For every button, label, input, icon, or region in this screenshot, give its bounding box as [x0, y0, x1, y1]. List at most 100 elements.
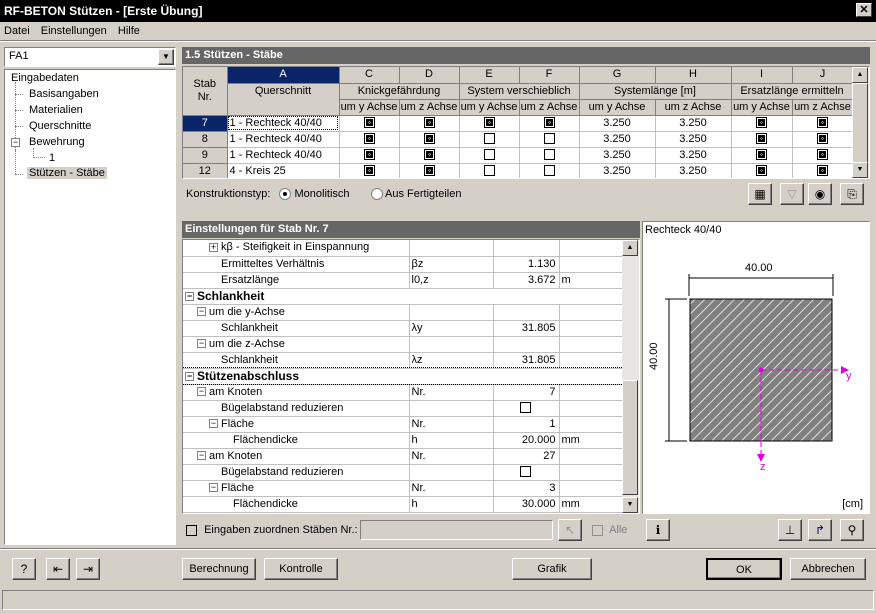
collapse-icon[interactable]: − — [197, 451, 206, 461]
checkbox[interactable] — [756, 165, 767, 177]
collapse-icon[interactable]: − — [11, 138, 20, 147]
property-row[interactable]: − um die y-Achse — [183, 304, 624, 321]
property-value[interactable]: 3 — [493, 480, 560, 497]
property-row[interactable]: Ermitteltes Verhältnis βz 1.130 — [183, 256, 624, 273]
assign-checkbox[interactable] — [186, 524, 197, 536]
col-f-header[interactable]: F — [519, 67, 580, 84]
property-value[interactable]: 31.805 — [493, 352, 560, 369]
querschnitt-cell[interactable]: 1 - Rechteck 40/40 — [227, 147, 340, 164]
property-row[interactable]: Ersatzlänge l0,z 3.672 m — [183, 272, 624, 289]
querschnitt-cell[interactable]: 4 - Kreis 25 — [227, 163, 340, 178]
berechnung-button[interactable]: Berechnung — [182, 558, 256, 580]
row-number[interactable]: 8 — [183, 131, 228, 148]
table-tools-icon[interactable]: ▦ — [748, 183, 772, 205]
collapse-icon[interactable]: − — [197, 387, 206, 397]
check-cell-j[interactable] — [792, 131, 854, 148]
table-row[interactable]: 81 - Rechteck 40/40 3.250 3.250 — [183, 131, 854, 148]
systemlaenge-z-cell[interactable]: 3.250 — [655, 163, 732, 178]
property-value[interactable]: 1 — [493, 416, 560, 433]
row-number[interactable]: 12 — [183, 163, 228, 178]
col-i-header[interactable]: I — [731, 67, 793, 84]
checkbox[interactable] — [423, 149, 435, 161]
property-value[interactable]: 30.000 — [493, 496, 560, 513]
dimension-icon[interactable]: ⊥ — [778, 519, 802, 541]
assign-input[interactable] — [360, 520, 553, 540]
property-row[interactable]: − am Knoten Nr. 7 — [183, 384, 624, 401]
check-cell-c[interactable] — [339, 115, 400, 132]
property-row[interactable]: Flächendicke h 20.000 mm — [183, 432, 624, 449]
tree-item-stuetzen-staebe[interactable]: Stützen - Stäbe — [27, 167, 107, 179]
property-row[interactable]: − Fläche Nr. 1 — [183, 416, 624, 433]
checkbox[interactable] — [817, 165, 828, 177]
ok-button[interactable]: OK — [706, 558, 782, 580]
check-cell-e[interactable] — [459, 163, 520, 178]
radio-fertigteile[interactable] — [370, 188, 383, 201]
check-cell-e[interactable] — [459, 115, 520, 132]
close-icon[interactable]: ✕ — [856, 3, 872, 17]
table-row[interactable]: 71 - Rechteck 40/40 3.250 3.250 — [183, 115, 854, 132]
checkbox[interactable] — [363, 133, 375, 145]
scroll-down-icon[interactable]: ▼ — [622, 497, 638, 513]
property-row[interactable]: − am Knoten Nr. 27 — [183, 448, 624, 465]
checkbox[interactable] — [756, 117, 767, 129]
export-icon[interactable]: ⎘ — [840, 183, 864, 205]
check-cell-f[interactable] — [519, 115, 580, 132]
tree-item-querschnitte[interactable]: Querschnitte — [29, 120, 91, 132]
systemlaenge-y-cell[interactable]: 3.250 — [579, 163, 656, 178]
scroll-thumb[interactable] — [852, 83, 868, 163]
checkbox[interactable] — [543, 133, 555, 145]
menu-einstellungen[interactable]: Einstellungen — [37, 22, 111, 40]
property-value[interactable] — [493, 304, 560, 321]
checkbox[interactable] — [423, 133, 435, 145]
collapse-icon[interactable]: − — [185, 291, 194, 301]
checkbox[interactable] — [483, 133, 495, 145]
check-cell-j[interactable] — [792, 163, 854, 178]
property-row[interactable]: − Stützenabschluss — [183, 367, 624, 385]
scroll-up-icon[interactable]: ▲ — [622, 240, 638, 256]
table-row[interactable]: 91 - Rechteck 40/40 3.250 3.250 — [183, 147, 854, 164]
col-a-header[interactable]: A — [227, 67, 340, 84]
systemlaenge-y-cell[interactable]: 3.250 — [579, 147, 656, 164]
checkbox[interactable] — [520, 466, 531, 478]
load-case-select[interactable]: FA1 ▼ — [4, 47, 176, 67]
systemlaenge-z-cell[interactable]: 3.250 — [655, 131, 732, 148]
systemlaenge-y-cell[interactable]: 3.250 — [579, 115, 656, 132]
property-value[interactable] — [493, 336, 560, 353]
checkbox[interactable] — [483, 117, 495, 129]
radio-monolitisch[interactable] — [279, 188, 292, 201]
checkbox[interactable] — [756, 133, 767, 145]
checkbox[interactable] — [817, 149, 828, 161]
querschnitt-cell[interactable]: 1 - Rechteck 40/40 — [227, 131, 340, 148]
check-cell-i[interactable] — [731, 131, 793, 148]
collapse-icon[interactable]: − — [197, 339, 206, 349]
abbrechen-button[interactable]: Abbrechen — [790, 558, 866, 580]
collapse-icon[interactable]: − — [197, 307, 206, 317]
kontrolle-button[interactable]: Kontrolle — [264, 558, 338, 580]
property-row[interactable]: Flächendicke h 30.000 mm — [183, 496, 624, 513]
check-cell-d[interactable] — [399, 163, 460, 178]
property-value[interactable]: 27 — [493, 448, 560, 465]
property-row[interactable]: − Schlankheit — [183, 288, 624, 305]
table-scrollbar[interactable]: ▲ ▼ — [852, 67, 869, 178]
alle-checkbox[interactable] — [592, 524, 603, 536]
menu-hilfe[interactable]: Hilfe — [114, 22, 144, 40]
checkbox[interactable] — [363, 117, 375, 129]
info-icon[interactable]: ℹ — [646, 519, 670, 541]
property-value[interactable] — [493, 400, 560, 417]
checkbox[interactable] — [817, 133, 828, 145]
checkbox[interactable] — [483, 165, 495, 177]
checkbox[interactable] — [363, 165, 375, 177]
axes-icon[interactable]: ↱ — [808, 519, 832, 541]
check-cell-c[interactable] — [339, 163, 400, 178]
checkbox[interactable] — [423, 165, 435, 177]
property-row[interactable]: − Fläche Nr. 3 — [183, 480, 624, 497]
collapse-icon[interactable]: − — [185, 371, 194, 381]
scroll-up-icon[interactable]: ▲ — [852, 67, 868, 83]
check-cell-c[interactable] — [339, 147, 400, 164]
scroll-thumb[interactable] — [622, 380, 638, 495]
check-cell-e[interactable] — [459, 131, 520, 148]
menu-datei[interactable]: Datei — [0, 22, 34, 40]
row-number[interactable]: 9 — [183, 147, 228, 164]
check-cell-i[interactable] — [731, 163, 793, 178]
property-value[interactable]: 1.130 — [493, 256, 560, 273]
